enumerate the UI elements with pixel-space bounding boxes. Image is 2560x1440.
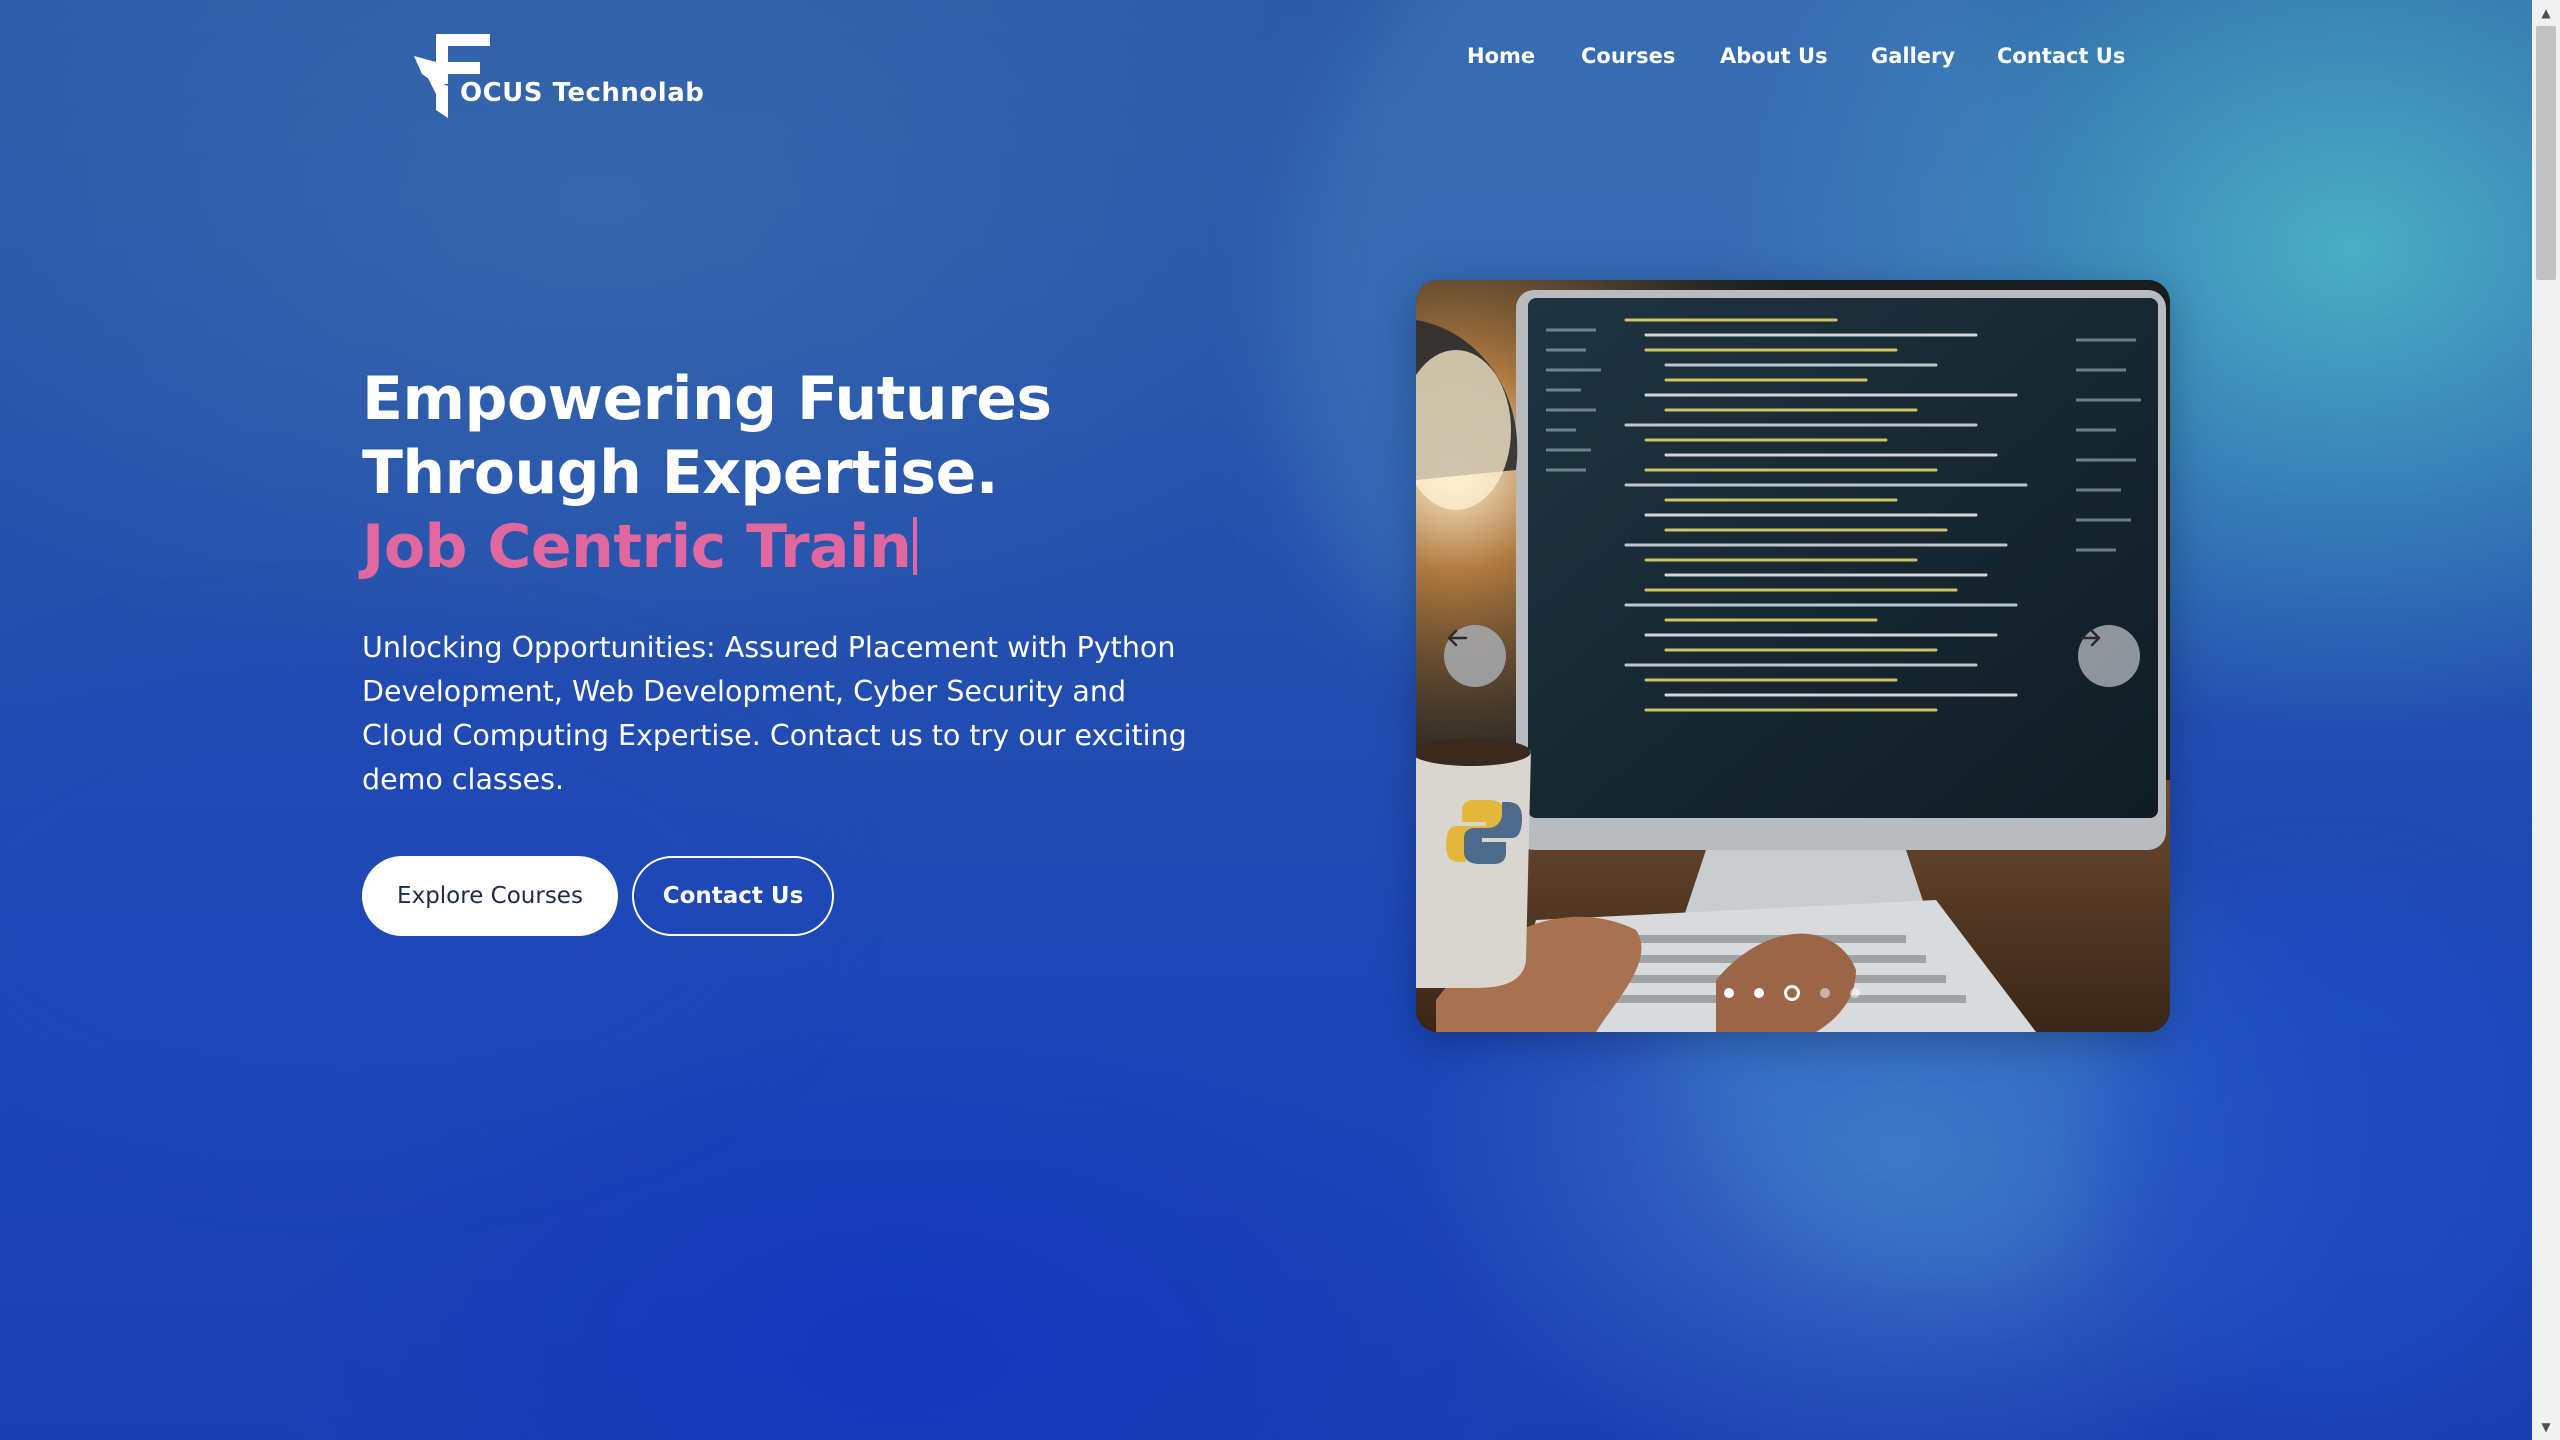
arrow-right-icon <box>2080 629 2101 647</box>
carousel-slide-image <box>1416 280 2170 1032</box>
arrow-left-icon <box>1447 629 1468 647</box>
carousel-prev-button[interactable] <box>1444 625 1506 687</box>
hero-title: Empowering Futures Through Expertise. <box>362 364 1052 508</box>
logo-mark-icon <box>414 34 490 118</box>
carousel-dot-4[interactable] <box>1820 988 1830 998</box>
contact-us-button[interactable]: Contact Us <box>632 856 834 936</box>
explore-courses-button[interactable]: Explore Courses <box>362 856 618 936</box>
page-scrollbar[interactable]: ▲ ▼ <box>2532 0 2560 1440</box>
carousel-dot-3[interactable] <box>1784 985 1800 1001</box>
carousel-dot-5[interactable] <box>1850 988 1860 998</box>
nav-courses[interactable]: Courses <box>1581 44 1675 68</box>
carousel-dot-1[interactable] <box>1724 988 1734 998</box>
carousel-dot-2[interactable] <box>1754 988 1764 998</box>
hero-description: Unlocking Opportunities: Assured Placeme… <box>362 631 1187 796</box>
nav-contact-us[interactable]: Contact Us <box>1997 44 2125 68</box>
typed-text-value: Job Centric Train <box>362 512 912 582</box>
carousel-indicators <box>1724 985 1860 1001</box>
brand-name: OCUS Technolab <box>460 78 705 108</box>
nav-about-us[interactable]: About Us <box>1720 44 1828 68</box>
hero-typed-text: Job Centric Train <box>362 510 918 584</box>
nav-gallery[interactable]: Gallery <box>1871 44 1955 68</box>
scroll-down-arrow-icon[interactable]: ▼ <box>2532 1414 2560 1440</box>
carousel-next-button[interactable] <box>2078 625 2140 687</box>
typing-caret <box>913 517 918 575</box>
brand-logo[interactable]: OCUS Technolab <box>412 32 712 122</box>
scrollbar-thumb[interactable] <box>2536 26 2556 280</box>
nav-home[interactable]: Home <box>1467 44 1535 68</box>
image-carousel[interactable] <box>1416 280 2170 1032</box>
scroll-up-arrow-icon[interactable]: ▲ <box>2532 0 2560 26</box>
